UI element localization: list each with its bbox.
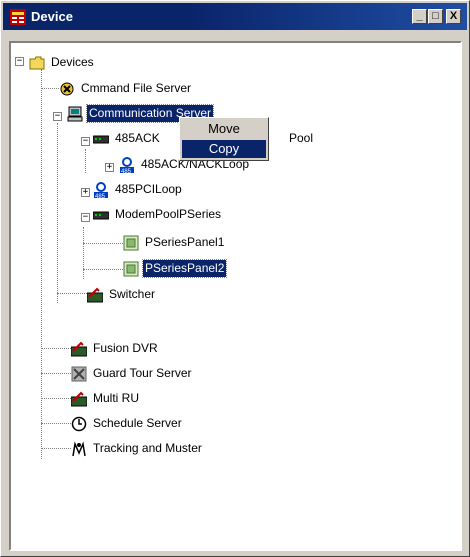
- device-window: Device _ □ X − − − + + − Devices Cmmand …: [0, 0, 470, 557]
- badge-485: 485: [95, 194, 106, 200]
- tree-line: [41, 348, 71, 349]
- window-title: Device: [31, 9, 73, 24]
- minimize-button[interactable]: _: [412, 9, 427, 24]
- tree-line: [57, 123, 58, 303]
- tree-line: [83, 227, 84, 279]
- tree-line: [41, 398, 71, 399]
- modem-icon: [93, 135, 109, 144]
- guard-tour-icon: [71, 366, 87, 382]
- tree-item-485ack-pool-suffix: Pool: [289, 131, 314, 145]
- expander-485pciloop[interactable]: +: [81, 188, 90, 197]
- switcher-icon: [87, 287, 103, 303]
- tree-line: [83, 269, 123, 270]
- tree-line: [41, 448, 71, 449]
- tree-line: [41, 69, 42, 459]
- computer-icon: [67, 106, 83, 122]
- expander-485ack[interactable]: −: [81, 137, 90, 146]
- title-bar[interactable]: Device _ □ X: [3, 3, 467, 30]
- dvr-icon: [71, 341, 87, 357]
- tree-line: [41, 423, 71, 424]
- tree-line: [41, 373, 71, 374]
- tree-line: [41, 88, 59, 89]
- modem-icon: [93, 211, 109, 220]
- badge-485: 485: [121, 169, 132, 175]
- expander-communication-server[interactable]: −: [53, 112, 62, 121]
- tree-line: [85, 149, 86, 173]
- multi-ru-icon: [71, 391, 87, 407]
- command-server-icon: [60, 82, 74, 96]
- panel-icon: [123, 261, 139, 277]
- menu-item-move[interactable]: Move: [182, 120, 266, 138]
- maximize-button[interactable]: □: [428, 9, 443, 24]
- panel-icon: [123, 235, 139, 251]
- device-app-icon: [10, 9, 26, 25]
- close-button[interactable]: X: [446, 9, 461, 24]
- tree-line: [83, 243, 123, 244]
- tracking-icon: [72, 441, 86, 457]
- expander-modempool[interactable]: −: [81, 213, 90, 222]
- folder-icon: [29, 56, 45, 70]
- menu-item-copy[interactable]: Copy: [182, 140, 266, 158]
- context-menu: Move Copy: [179, 117, 269, 161]
- expander-devices[interactable]: −: [15, 57, 24, 66]
- expander-485ack-nack-loop[interactable]: +: [105, 163, 114, 172]
- tree-line: [57, 293, 87, 294]
- clock-icon: [71, 416, 87, 432]
